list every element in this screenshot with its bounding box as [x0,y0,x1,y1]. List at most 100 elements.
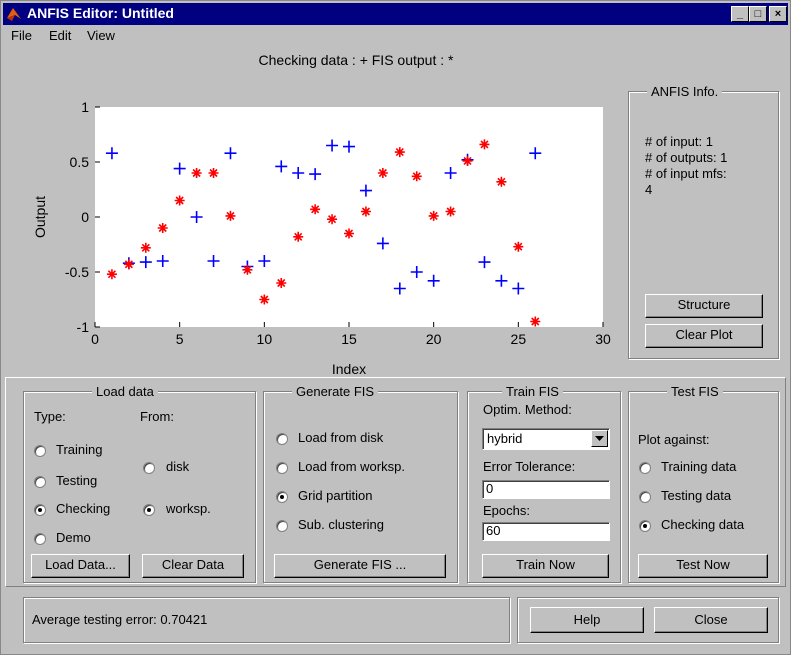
train-now-button[interactable]: Train Now [482,554,609,578]
fis-output-point [327,214,338,225]
close-window-button[interactable]: × [769,6,787,22]
menu-edit[interactable]: Edit [49,28,71,43]
epochs-label: Epochs: [483,503,530,518]
radio-training-label: Training [56,442,103,457]
fis-output-point [174,195,185,206]
y-tick-label: -1 [77,319,90,335]
radio-testing-label: Testing [56,473,98,488]
x-tick-label: 30 [595,331,611,347]
dropdown-arrow-icon[interactable] [591,430,608,447]
fis-output-point [428,210,439,221]
error-tolerance-label: Error Tolerance: [483,459,576,474]
x-tick-label: 10 [257,331,273,347]
fis-output-point [293,231,304,242]
radio-load-from-disk[interactable] [276,433,288,445]
fis-output-point [259,294,270,305]
generate-fis-title: Generate FIS [292,384,379,399]
fis-output-point [140,242,151,253]
radio-demo[interactable] [34,533,46,545]
y-tick-label: 1 [81,99,89,115]
fis-output-point [157,223,168,233]
close-button[interactable]: Close [654,607,768,633]
load-data-title: Load data [92,384,158,399]
matlab-logo-icon [7,8,21,21]
minimize-button[interactable]: _ [731,6,749,22]
radio-checking-label: Checking [56,501,111,516]
radio-worksp[interactable] [143,504,155,516]
y-tick-label: 0 [81,209,89,225]
fis-output-point [513,241,524,252]
anfis-editor-window: ANFIS Editor: Untitled _ □ × File Edit V… [0,0,791,655]
radio-sub-clustering-label: Sub. clustering [298,517,384,532]
status-text: Average testing error: 0.70421 [32,612,208,627]
fis-output-point [496,176,507,187]
radio-training[interactable] [34,445,46,457]
maximize-button[interactable]: □ [749,6,767,22]
radio-testing-data-label: Testing data [661,488,732,503]
menu-bar: File Edit View [3,25,788,45]
info-input-mfs: # of input mfs: [645,166,727,181]
radio-worksp-label: worksp. [166,501,211,516]
radio-load-from-disk-label: Load from disk [298,430,384,445]
fis-output-point [208,168,219,178]
menu-file[interactable]: File [11,28,32,43]
x-tick-label: 25 [511,331,527,347]
y-tick-label: -0.5 [65,264,89,280]
plot-against-label: Plot against: [638,432,710,447]
optim-method-select[interactable]: hybrid [482,428,610,450]
fis-output-point [191,168,202,178]
scatter-plot: Checking data : + FIS output : * 0 5 10 15 2… [32,52,611,375]
clear-plot-button[interactable]: Clear Plot [645,324,763,348]
radio-disk-label: disk [166,459,190,474]
fis-output-point [445,206,456,217]
radio-grid-partition[interactable] [276,491,288,503]
fis-output-point [344,228,354,239]
radio-testing-data[interactable] [639,491,651,503]
plot-title: Checking data : + FIS output : * [259,52,454,68]
radio-disk[interactable] [143,462,155,474]
radio-grid-partition-label: Grid partition [298,488,373,503]
error-tolerance-field[interactable]: 0 [482,480,610,499]
generate-fis-button[interactable]: Generate FIS ... [274,554,446,578]
radio-checking[interactable] [34,504,46,516]
radio-checking-data[interactable] [639,520,651,532]
clear-data-button[interactable]: Clear Data [142,554,244,578]
test-now-button[interactable]: Test Now [638,554,768,578]
status-box: Average testing error: 0.70421 [23,597,510,643]
fis-output-point [360,206,371,217]
radio-load-from-worksp-label: Load from worksp. [298,459,405,474]
test-fis-panel: Test FIS Plot against: Training data Tes… [628,384,779,583]
anfis-info-title: ANFIS Info. [647,84,723,99]
help-button[interactable]: Help [530,607,644,633]
radio-checking-data-label: Checking data [661,517,745,532]
epochs-field[interactable]: 60 [482,522,610,541]
load-data-button[interactable]: Load Data... [31,554,130,578]
menu-view[interactable]: View [87,28,115,43]
radio-load-from-worksp[interactable] [276,462,288,474]
x-tick-label: 20 [426,331,442,347]
from-label: From: [140,409,174,424]
fis-output-point [276,278,287,288]
x-tick-label: 0 [91,331,99,347]
test-fis-title: Test FIS [667,384,723,399]
plot-area [95,107,603,327]
fis-output-point [225,210,236,221]
radio-training-data-label: Training data [661,459,737,474]
x-tick-label: 5 [176,331,184,347]
info-inputs: # of input: 1 [645,134,713,149]
info-outputs: # of outputs: 1 [645,150,728,165]
fis-output-point [411,171,422,182]
info-input-mfs-value: 4 [645,182,653,197]
type-label: Type: [34,409,66,424]
train-fis-panel: Train FIS Optim. Method: hybrid Error To… [467,384,621,583]
radio-training-data[interactable] [639,462,651,474]
optim-method-label: Optim. Method: [483,402,572,417]
radio-sub-clustering[interactable] [276,520,288,532]
radio-testing[interactable] [34,476,46,488]
title-bar: ANFIS Editor: Untitled _ □ × [3,3,788,25]
anfis-info-panel: ANFIS Info. # of input: 1 # of outputs: … [628,84,779,359]
optim-method-value: hybrid [487,431,523,446]
structure-button[interactable]: Structure [645,294,763,318]
y-tick-label: 0.5 [70,154,90,170]
x-tick-label: 15 [341,331,357,347]
